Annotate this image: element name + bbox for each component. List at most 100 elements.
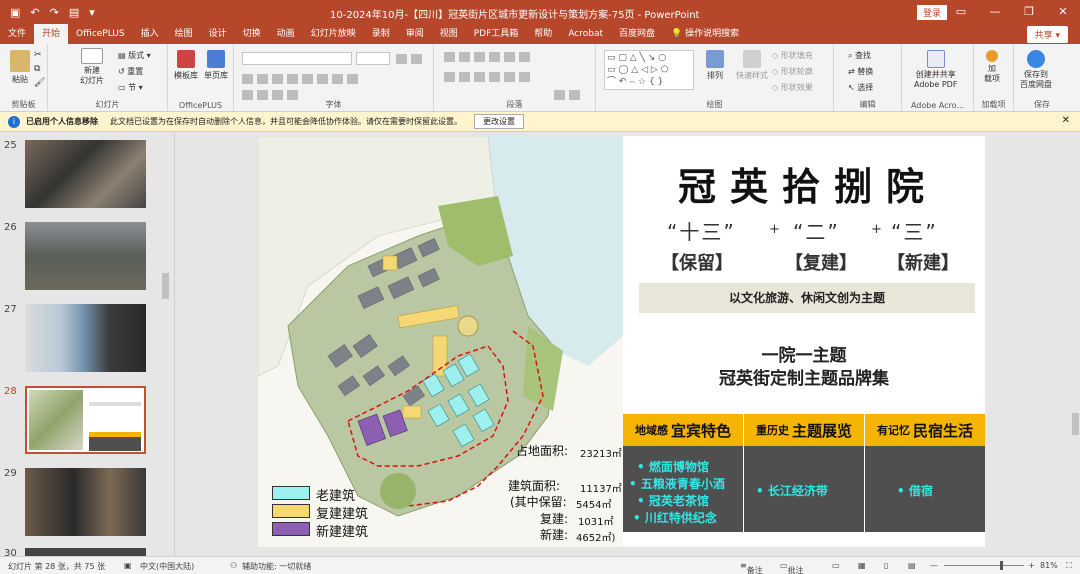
label-new: 【新建】 (887, 253, 959, 274)
customize-icon[interactable]: ▾ (89, 6, 95, 19)
shape-fill-button[interactable]: ◇ 形状填充 (772, 50, 813, 61)
accessibility-status[interactable]: 辅助功能: 一切就绪 (242, 561, 311, 572)
undo-icon[interactable]: ↶ (30, 6, 39, 19)
slide-sorter-icon[interactable]: ▦ (858, 561, 866, 570)
restore-icon[interactable]: ❐ (1012, 0, 1046, 24)
zoom-in-icon[interactable]: + (1028, 561, 1035, 570)
tab-file[interactable]: 文件 (0, 24, 34, 44)
slide-title: 冠英拾捌院 (677, 164, 938, 209)
tab-officeplus[interactable]: OfficePLUS (68, 24, 133, 44)
copy-icon[interactable]: ⧉ (34, 64, 40, 74)
slide-thumbnail-26[interactable] (25, 222, 146, 290)
language-status[interactable]: 中文(中国大陆) (140, 561, 194, 572)
editor-scrollbar[interactable] (1070, 133, 1080, 556)
tab-slideshow[interactable]: 幻灯片放映 (303, 24, 364, 44)
notes-button[interactable]: ≡ 备注 (740, 561, 763, 574)
shapes-gallery[interactable]: ▭ ▢ △ ╲ ↘ ○ ▭ ◯ △ ◁ ▷ ⬠ ⌒ ↶ ⌢ ☆ { } (604, 50, 694, 90)
minimize-icon[interactable]: — (978, 0, 1012, 24)
share-button[interactable]: 共享 ▾ (1026, 26, 1068, 43)
select-button[interactable]: ↖ 选择 (848, 82, 873, 93)
tab-acrobat[interactable]: Acrobat (560, 24, 611, 44)
fit-slide-icon[interactable]: ⛶ (1066, 561, 1072, 571)
zoom-slider-thumb[interactable] (1000, 561, 1003, 570)
section-button[interactable]: ▭ 节 ▾ (118, 82, 143, 93)
arrange-button[interactable]: 排列 (706, 50, 724, 81)
create-pdf-button[interactable]: 创建并共享 Adobe PDF (914, 50, 957, 90)
zoom-out-icon[interactable]: — (930, 561, 938, 570)
category-body-memory: • 借宿 (865, 446, 985, 532)
slide-thumbnail-28[interactable] (25, 386, 146, 454)
addins-button[interactable]: 加 载项 (984, 50, 1000, 84)
tab-help[interactable]: 帮助 (526, 24, 560, 44)
present-icon[interactable]: ▤ (69, 6, 79, 19)
redo-icon[interactable]: ↷ (50, 6, 59, 19)
change-settings-button[interactable]: 更改设置 (474, 114, 524, 129)
tab-design[interactable]: 设计 (201, 24, 235, 44)
tab-baidu[interactable]: 百度网盘 (611, 24, 663, 44)
ribbon-display-icon[interactable]: ▭ (944, 0, 978, 24)
new-slide-button[interactable]: 新建 幻灯片 (80, 48, 104, 86)
scrollbar-thumb[interactable] (1072, 413, 1079, 435)
font-style-buttons[interactable] (242, 74, 358, 84)
find-button[interactable]: ⌕ 查找 (848, 50, 871, 61)
thumbnail-scrollbar[interactable] (160, 133, 170, 556)
slide-thumbnail-27[interactable] (25, 304, 146, 372)
build-area-label: 建筑面积: (508, 479, 561, 493)
save-icon[interactable]: ▣ (10, 6, 20, 19)
login-button[interactable]: 登录 (917, 5, 948, 20)
close-icon[interactable]: ✕ (1046, 0, 1080, 24)
font-size-input[interactable] (356, 52, 390, 65)
template-lib-button[interactable]: 模板库 (174, 50, 198, 81)
site-plan-drawing (258, 136, 623, 517)
slide-canvas[interactable]: 老建筑 复建建筑 新建建筑 占地面积: 23213㎡ 建筑面积: 11137㎡ … (258, 136, 985, 547)
normal-view-icon[interactable]: ▭ (832, 561, 840, 570)
slide-thumbnail-25[interactable] (25, 140, 146, 208)
zoom-level[interactable]: 81% (1040, 561, 1058, 570)
font-name-input[interactable] (242, 52, 352, 65)
list-item: • 川红特供纪念 (633, 511, 717, 525)
plus-sign: + (769, 222, 780, 237)
tab-animations[interactable]: 动画 (269, 24, 303, 44)
zoom-slider[interactable] (944, 565, 1024, 566)
single-lib-button[interactable]: 单页库 (204, 50, 228, 81)
slide-thumbnail-30[interactable] (25, 548, 146, 556)
tab-draw[interactable]: 绘图 (167, 24, 201, 44)
tab-record[interactable]: 录制 (364, 24, 398, 44)
plus-sign: + (871, 222, 882, 237)
tab-insert[interactable]: 插入 (133, 24, 167, 44)
shape-effect-button[interactable]: ◇ 形状效果 (772, 82, 813, 93)
format-painter-icon[interactable]: 🖌 (34, 78, 45, 88)
tab-transitions[interactable]: 切换 (235, 24, 269, 44)
comments-button[interactable]: ▭ 批注 (780, 561, 804, 574)
slide-text-panel: 冠英拾捌院 “十三” + “二” + “三” 【保留】 【复建】 【新建】 以文… (623, 136, 985, 547)
group-addins: 加 载项 加载项 (974, 44, 1014, 112)
save-baidu-button[interactable]: 保存到 百度网盘 (1020, 50, 1052, 90)
tab-view[interactable]: 视图 (432, 24, 466, 44)
scrollbar-thumb[interactable] (162, 273, 169, 299)
reset-button[interactable]: ↺ 重置 (118, 66, 143, 77)
tab-review[interactable]: 审阅 (398, 24, 432, 44)
tab-home[interactable]: 开始 (34, 24, 69, 44)
font-size-buttons[interactable] (396, 54, 422, 64)
cut-icon[interactable]: ✂ (34, 50, 42, 60)
paste-button[interactable]: 粘贴 (10, 50, 30, 85)
align-buttons[interactable] (444, 72, 530, 82)
legend-swatch-new (272, 522, 310, 536)
quick-styles-button[interactable]: 快速样式 (736, 50, 768, 81)
tab-pdf-tools[interactable]: PDF工具箱 (466, 24, 527, 44)
layout-button[interactable]: ▤ 版式 ▾ (118, 50, 151, 61)
title-bar: ▣ ↶ ↷ ▤ ▾ 10-2024年10月-【四川】冠英街片区城市更新设计与策划… (0, 0, 1080, 24)
tab-search[interactable]: 💡 操作说明搜索 (663, 24, 747, 44)
replace-button[interactable]: ⇄ 替换 (848, 66, 873, 77)
group-label-officeplus: OfficePLUS (178, 101, 223, 110)
list-item: • 借宿 (897, 484, 933, 498)
count-two: “二” (793, 220, 840, 244)
legend-swatch-rebuilt (272, 504, 310, 518)
slideshow-icon[interactable]: ▤ (908, 561, 916, 570)
list-buttons[interactable] (444, 52, 530, 62)
shape-outline-button[interactable]: ◇ 形状轮廓 (772, 66, 813, 77)
close-icon[interactable]: ✕ (1062, 115, 1070, 126)
window-title: 10-2024年10月-【四川】冠英街片区城市更新设计与策划方案-75页 - P… (330, 10, 700, 21)
reading-view-icon[interactable]: ▯ (884, 561, 888, 570)
slide-thumbnail-29[interactable] (25, 468, 146, 536)
